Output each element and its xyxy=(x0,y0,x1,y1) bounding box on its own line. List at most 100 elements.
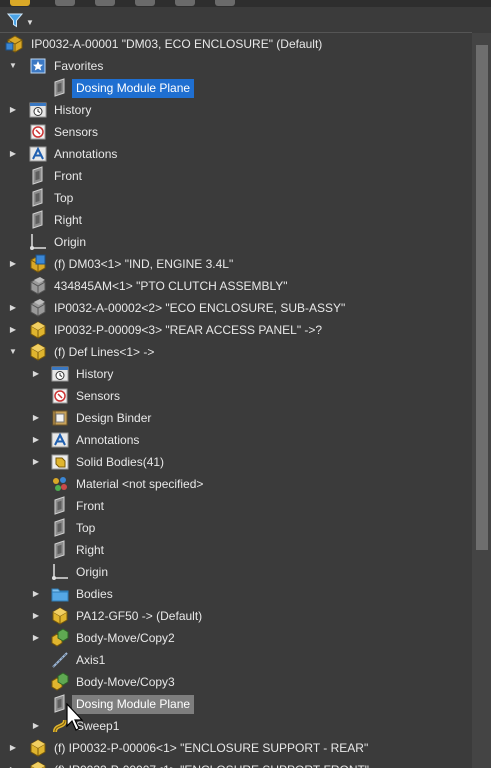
feature-manager-tab[interactable] xyxy=(10,0,30,6)
expand-closed-icon[interactable]: ▶ xyxy=(31,721,41,731)
tree-item[interactable]: ▶ Bodies xyxy=(33,583,117,605)
property-manager-tab[interactable] xyxy=(55,0,75,6)
assembly-gray-icon xyxy=(30,277,46,295)
tree-item[interactable]: ▼ (f) Def Lines<1> -> xyxy=(9,341,158,363)
panel-tab-strip xyxy=(0,0,491,7)
tree-item[interactable]: ▶ IP0032-A-00002<2> "ECO ENCLOSURE, SUB-A… xyxy=(10,297,349,319)
tree-item[interactable]: ▶ History xyxy=(10,99,95,121)
annotations-icon xyxy=(51,432,69,448)
appearances-tab[interactable] xyxy=(215,0,235,6)
part-icon xyxy=(30,321,46,339)
tree-item[interactable]: ▶ Annotations xyxy=(10,143,121,165)
tree-item[interactable]: Dosing Module Plane xyxy=(50,77,195,99)
tree-item-label: Favorites xyxy=(54,58,104,73)
configuration-manager-tab[interactable] xyxy=(95,0,115,6)
expand-closed-icon[interactable]: ▶ xyxy=(31,369,41,379)
tree-item[interactable]: Front xyxy=(28,165,86,187)
tree-item[interactable]: ▶(f) IP0032-P-00007<1> "ENCLOSURE SUPPOR… xyxy=(10,759,373,768)
tree-item[interactable]: IP0032-A-00001 "DM03, ECO ENCLOSURE" (De… xyxy=(5,33,326,55)
expand-closed-icon[interactable]: ▶ xyxy=(31,435,41,445)
expand-closed-icon[interactable]: ▶ xyxy=(8,259,18,269)
tree-item[interactable]: ▶ Annotations xyxy=(33,429,143,451)
tree-item[interactable]: Axis1 xyxy=(50,649,109,671)
history-icon xyxy=(51,366,69,382)
tree-item-label: Solid Bodies(41) xyxy=(76,454,165,469)
expand-closed-icon[interactable]: ▶ xyxy=(8,303,18,313)
history-icon xyxy=(29,102,47,118)
tree-item-label: Top xyxy=(54,190,74,205)
expand-closed-icon[interactable]: ▶ xyxy=(8,325,18,335)
origin-icon xyxy=(52,564,68,580)
solid-bodies-icon xyxy=(51,454,69,470)
mouse-cursor-icon xyxy=(66,703,84,731)
design-binder-icon xyxy=(52,410,68,426)
tree-item-label: PA12-GF50 -> (Default) xyxy=(76,608,203,623)
tree-item[interactable]: ▶ Design Binder xyxy=(33,407,155,429)
expand-closed-icon[interactable]: ▶ xyxy=(31,457,41,467)
expand-closed-icon[interactable]: ▶ xyxy=(31,413,41,423)
tree-item-label: IP0032-P-00009<3> "REAR ACCESS PANEL" ->… xyxy=(54,322,323,337)
tree-item-label: (f) Def Lines<1> -> xyxy=(54,344,155,359)
tree-item[interactable]: Sensors xyxy=(50,385,124,407)
assembly-blue-icon xyxy=(30,254,46,273)
tree-item-label: Right xyxy=(54,212,83,227)
body-move-icon xyxy=(51,628,69,647)
sensors-icon xyxy=(52,388,68,404)
filter-button[interactable]: ▼ xyxy=(6,10,34,30)
tree-item[interactable]: ▶ IP0032-P-00009<3> "REAR ACCESS PANEL" -… xyxy=(10,319,326,341)
feature-tree: IP0032-A-00001 "DM03, ECO ENCLOSURE" (De… xyxy=(0,33,472,768)
sensors-icon xyxy=(30,124,46,140)
tree-item[interactable]: ▼ Favorites xyxy=(9,55,107,77)
expand-closed-icon[interactable]: ▶ xyxy=(8,105,18,115)
tree-item[interactable]: ▶ Solid Bodies(41) xyxy=(33,451,168,473)
part-icon xyxy=(30,739,46,757)
expand-closed-icon[interactable]: ▶ xyxy=(31,633,41,643)
tree-item-label: Right xyxy=(76,542,105,557)
axis-icon xyxy=(52,652,68,668)
chevron-down-icon: ▼ xyxy=(26,17,34,27)
top-assembly-icon xyxy=(5,35,23,53)
tree-item-label: Origin xyxy=(76,564,109,579)
expand-open-icon[interactable]: ▼ xyxy=(8,347,18,357)
expand-open-icon[interactable]: ▼ xyxy=(8,61,18,71)
tree-item[interactable]: ▶ Body-Move/Copy2 xyxy=(33,627,179,649)
tree-item[interactable]: Top xyxy=(50,517,99,539)
tree-item[interactable]: Origin xyxy=(28,231,90,253)
folder-icon xyxy=(51,588,69,602)
tree-item-label: Annotations xyxy=(76,432,140,447)
tree-item[interactable]: ▶ (f) DM03<1> "IND, ENGINE 3.4L" xyxy=(10,253,237,275)
body-move-icon xyxy=(51,672,69,691)
filter-bar: ▼ xyxy=(0,7,491,33)
tree-item-label: Front xyxy=(54,168,83,183)
assembly-gray-icon xyxy=(30,299,46,317)
expand-closed-icon[interactable]: ▶ xyxy=(31,589,41,599)
tree-item[interactable]: Right xyxy=(28,209,86,231)
tree-item[interactable]: Body-Move/Copy3 xyxy=(50,671,179,693)
scrollbar-thumb[interactable] xyxy=(476,45,488,550)
tree-item[interactable]: Material <not specified> xyxy=(50,473,207,495)
display-manager-tab[interactable] xyxy=(175,0,195,6)
tree-item[interactable]: 434845AM<1> "PTO CLUTCH ASSEMBLY" xyxy=(28,275,292,297)
tree-item-label: Design Binder xyxy=(76,410,152,425)
tree-item-label: Annotations xyxy=(54,146,118,161)
tree-item-label: (f) IP0032-P-00007<1> "ENCLOSURE SUPPORT… xyxy=(50,761,373,768)
expand-closed-icon[interactable]: ▶ xyxy=(8,149,18,159)
tree-item-label: Dosing Module Plane xyxy=(72,694,195,714)
expand-closed-icon[interactable]: ▶ xyxy=(31,611,41,621)
plane-icon xyxy=(32,166,43,185)
tree-item[interactable]: ▶ PA12-GF50 -> (Default) xyxy=(33,605,206,627)
tree-item[interactable]: ▶ History xyxy=(33,363,117,385)
tree-item[interactable]: Right xyxy=(50,539,108,561)
tree-item[interactable]: Top xyxy=(28,187,77,209)
expand-closed-icon[interactable]: ▶ xyxy=(8,743,18,753)
tree-item[interactable]: Sensors xyxy=(28,121,102,143)
tree-item[interactable]: ▶ (f) IP0032-P-00006<1> "ENCLOSURE SUPPOR… xyxy=(10,737,372,759)
tree-item-label: Origin xyxy=(54,234,87,249)
filter-icon xyxy=(6,13,24,28)
tree-item-label: IP0032-A-00001 "DM03, ECO ENCLOSURE" (De… xyxy=(31,36,323,51)
tree-item-label: Material <not specified> xyxy=(76,476,204,491)
tree-item[interactable]: Origin xyxy=(50,561,112,583)
tree-item-label: Front xyxy=(76,498,105,513)
tree-item[interactable]: Front xyxy=(50,495,108,517)
dimxpert-tab[interactable] xyxy=(135,0,155,6)
